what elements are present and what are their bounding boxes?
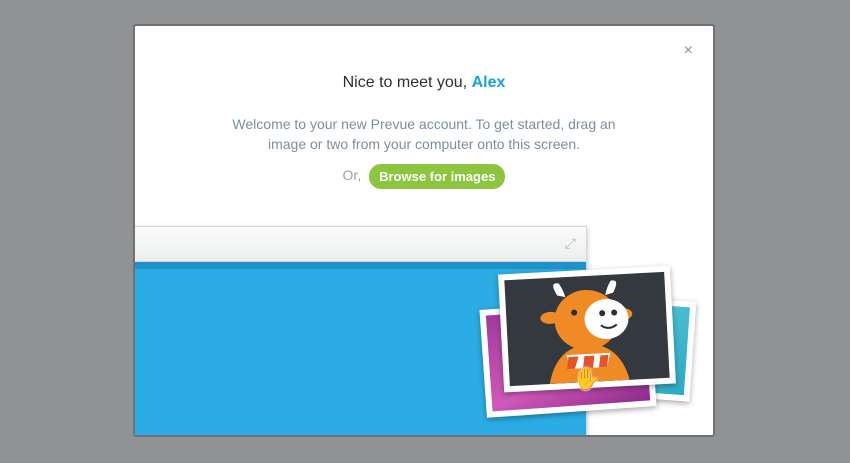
- welcome-description: Welcome to your new Prevue account. To g…: [232, 116, 616, 152]
- expand-icon: ⤢: [564, 235, 576, 251]
- welcome-modal: × Nice to meet you, Alex Welcome to your…: [133, 24, 715, 437]
- user-name: Alex: [471, 74, 506, 91]
- photo-stack-illustration: [479, 265, 699, 428]
- welcome-title: Nice to meet you, Alex: [135, 74, 713, 92]
- greeting-text: Nice to meet you,: [342, 74, 468, 91]
- grab-hand-icon: ✋: [573, 366, 601, 391]
- browse-row: Or, Browse for images: [135, 164, 713, 189]
- browser-toolbar: ⤢: [135, 227, 586, 262]
- or-label: Or,: [342, 167, 362, 184]
- close-icon[interactable]: ×: [684, 42, 693, 60]
- browse-images-button[interactable]: Browse for images: [369, 164, 506, 189]
